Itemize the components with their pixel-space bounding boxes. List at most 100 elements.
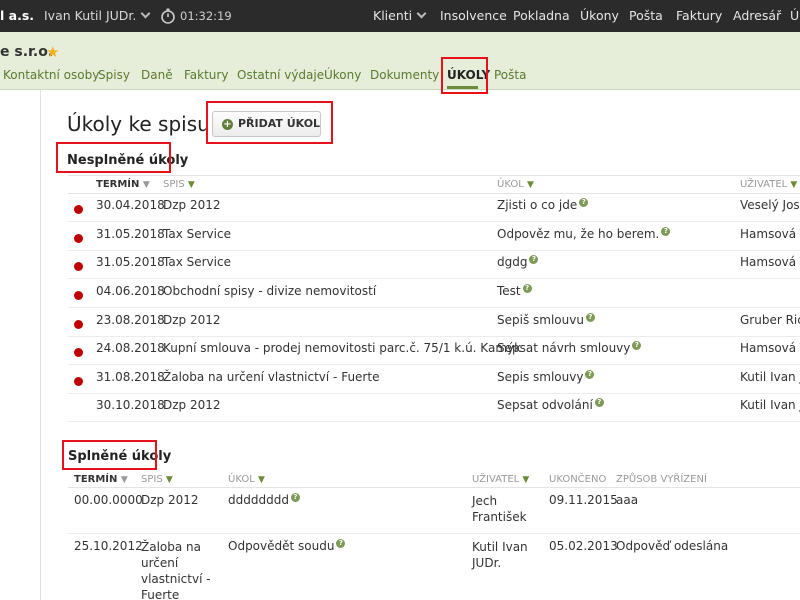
tab-spisy[interactable]: Spisy xyxy=(98,68,130,82)
task-file[interactable]: Tax Service xyxy=(163,255,231,269)
task-file[interactable]: Kupní smlouva - prodej nemovitosti parc.… xyxy=(163,341,521,355)
task-user: Kutil Ivan JUDr. xyxy=(472,540,528,570)
sort-arrow-icon: ▼ xyxy=(120,475,128,485)
sort-arrow-icon: ▼ xyxy=(790,180,798,190)
task-name[interactable]: Sepsat návrh smlouvy? xyxy=(497,341,642,355)
col-zpusob-vyrizeni: ZPŮSOB VYŘÍZENÍ xyxy=(616,474,707,485)
nav-adresar[interactable]: Adresář xyxy=(733,0,781,32)
tab-ukony[interactable]: Úkony xyxy=(324,68,361,82)
task-file[interactable]: Žaloba na určení vlastnictví - Fuerte xyxy=(163,370,379,384)
nav-insolvence[interactable]: Insolvence xyxy=(440,0,507,32)
help-icon[interactable]: ? xyxy=(585,313,595,322)
task-file[interactable]: Tax Service xyxy=(163,227,231,241)
user-menu[interactable]: Ivan Kutil JUDr. xyxy=(44,0,151,32)
task-date: 24.08.2018 xyxy=(96,341,165,355)
help-icon[interactable]: ? xyxy=(529,255,539,264)
task-file[interactable]: Dzp 2012 xyxy=(163,313,221,327)
row-divider xyxy=(68,393,800,394)
col-label: UŽIVATEL xyxy=(472,474,520,485)
task-file[interactable]: Dzp 2012 xyxy=(141,493,199,507)
col-ukol[interactable]: ÚKOL ▼ xyxy=(497,179,534,190)
col-spis[interactable]: SPIS ▼ xyxy=(141,474,173,485)
table-divider xyxy=(68,175,800,176)
task-name[interactable]: Odpověz mu, že ho berem.? xyxy=(497,227,671,241)
sort-arrow-icon: ▼ xyxy=(257,475,265,485)
tab-ostatni-vydaje[interactable]: Ostatní výdaje xyxy=(237,68,324,82)
overdue-dot xyxy=(74,262,83,271)
row-divider xyxy=(68,278,800,279)
task-date: 31.05.2018 xyxy=(96,255,165,269)
help-icon[interactable]: ? xyxy=(594,398,604,407)
row-divider xyxy=(68,221,800,222)
task-text: Odpovědět soudu xyxy=(228,539,335,553)
task-name[interactable]: Test? xyxy=(497,284,532,298)
table-divider xyxy=(68,193,800,194)
col-termin[interactable]: TERMÍN ▼ xyxy=(74,474,128,485)
tab-posta[interactable]: Pošta xyxy=(494,68,526,82)
help-icon[interactable]: ? xyxy=(585,370,595,379)
task-file[interactable]: Obchodní spisy - divize nemovitostí xyxy=(163,284,376,298)
col-uzivatel[interactable]: UŽIVATEL ▼ xyxy=(740,179,797,190)
task-name[interactable]: dddddddd? xyxy=(228,493,300,507)
tab-faktury[interactable]: Faktury xyxy=(184,68,228,82)
col-uzivatel[interactable]: UŽIVATEL ▼ xyxy=(472,474,529,485)
star-icon[interactable]: ★ xyxy=(46,45,59,60)
row-divider xyxy=(68,336,800,337)
col-spis[interactable]: SPIS ▼ xyxy=(163,179,195,190)
task-name[interactable]: dgdg? xyxy=(497,255,539,269)
task-name[interactable]: Sepiš smlouvu? xyxy=(497,313,595,327)
col-label: TERMÍN xyxy=(96,179,140,190)
nav-ukony[interactable]: Úkony xyxy=(580,0,619,32)
sort-arrow-icon: ▼ xyxy=(187,180,195,190)
task-text: Sepsat odvolání xyxy=(497,398,593,412)
task-date: 23.08.2018 xyxy=(96,313,165,327)
task-text: Sepis smlouvy xyxy=(497,370,584,384)
nav-pokladna[interactable]: Pokladna xyxy=(513,0,570,32)
help-icon[interactable]: ? xyxy=(632,341,642,350)
tab-kontaktni-osoby[interactable]: Kontaktní osoby xyxy=(3,68,99,82)
task-file[interactable]: Dzp 2012 xyxy=(163,198,221,212)
highlight-tab xyxy=(441,57,488,94)
help-icon[interactable]: ? xyxy=(579,198,589,207)
nav-klienti[interactable]: Klienti xyxy=(373,0,427,32)
task-file[interactable]: Dzp 2012 xyxy=(163,398,221,412)
col-ukol[interactable]: ÚKOL ▼ xyxy=(228,474,265,485)
nav-more[interactable]: Ú xyxy=(790,0,799,32)
task-user: Hamsová Te xyxy=(740,227,800,241)
task-text: Zjisti o co jde xyxy=(497,198,578,212)
row-divider xyxy=(68,364,800,365)
task-date: 30.04.2018 xyxy=(96,198,165,212)
task-date: 04.06.2018 xyxy=(96,284,165,298)
highlight-unfinished xyxy=(56,142,171,173)
task-text: dgdg xyxy=(497,255,528,269)
nav-posta[interactable]: Pošta xyxy=(629,0,663,32)
overdue-dot xyxy=(74,291,83,300)
task-name[interactable]: Zjisti o co jde? xyxy=(497,198,589,212)
tab-dokumenty[interactable]: Dokumenty xyxy=(370,68,439,82)
help-icon[interactable]: ? xyxy=(522,284,532,293)
company-name[interactable]: l a.s. xyxy=(0,0,34,32)
col-termin[interactable]: TERMÍN ▼ xyxy=(96,179,150,190)
task-name[interactable]: Sepsat odvolání? xyxy=(497,398,604,412)
sort-arrow-icon: ▼ xyxy=(526,180,534,190)
help-icon[interactable]: ? xyxy=(661,227,671,236)
task-done-date: 05.02.2013 xyxy=(549,539,618,553)
sort-arrow-icon: ▼ xyxy=(522,475,530,485)
help-icon[interactable]: ? xyxy=(336,539,346,548)
task-text: Sepiš smlouvu xyxy=(497,313,584,327)
timer-display: 01:32:19 xyxy=(180,9,232,23)
task-name[interactable]: Odpovědět soudu? xyxy=(228,539,346,553)
top-bar: l a.s. Ivan Kutil JUDr. 01:32:19 Klienti… xyxy=(0,0,800,32)
help-icon[interactable]: ? xyxy=(290,493,300,502)
task-done-date: 09.11.2015 xyxy=(549,493,618,507)
task-file[interactable]: Žaloba na určení vlastnictví - Fuerte xyxy=(141,539,213,600)
chevron-down-icon xyxy=(416,8,427,19)
row-divider xyxy=(68,250,800,251)
row-divider xyxy=(68,533,800,534)
nav-faktury[interactable]: Faktury xyxy=(676,0,722,32)
task-name[interactable]: Sepis smlouvy? xyxy=(497,370,595,384)
sort-arrow-icon: ▼ xyxy=(165,475,173,485)
stopwatch-icon[interactable] xyxy=(160,8,176,24)
task-date: 25.10.2012 xyxy=(74,539,143,553)
tab-dane[interactable]: Daně xyxy=(141,68,173,82)
